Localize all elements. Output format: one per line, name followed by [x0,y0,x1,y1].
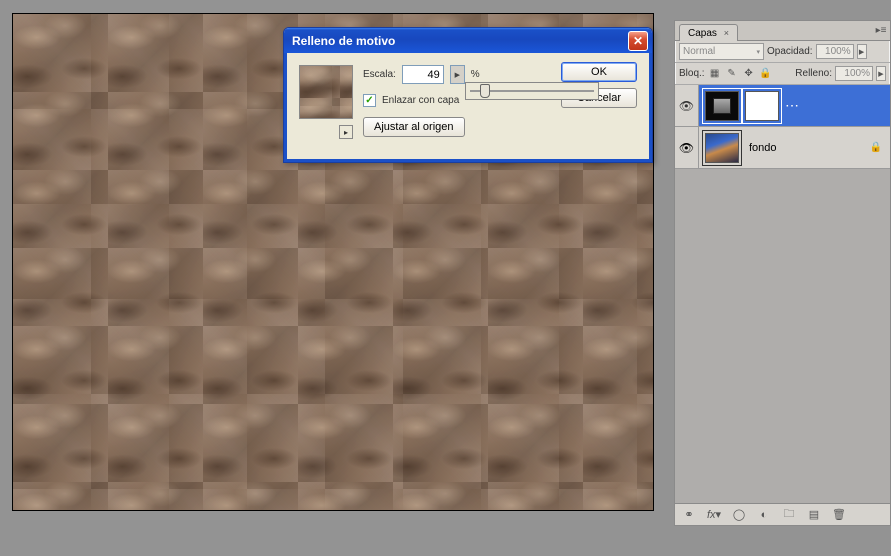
percent-label: % [471,69,480,80]
panel-menu-button[interactable]: ▸≡ [874,23,888,37]
lock-label: Bloq.: [679,68,705,79]
chevron-right-icon: ▶ [859,48,864,56]
link-with-layer-label: Enlazar con capa [382,95,459,106]
new-group-icon[interactable]: 🗀 [781,505,797,524]
ok-button[interactable]: OK [561,62,637,82]
fill-input[interactable]: 100% [835,66,873,81]
slider-track[interactable] [470,90,594,92]
chevron-right-icon: ▶ [878,70,883,78]
scale-slider-popup[interactable] [465,82,599,100]
blend-mode-dropdown[interactable]: Normal ▾ [679,43,764,60]
dialog-titlebar[interactable]: Relleno de motivo ✕ [284,28,652,53]
close-icon: ✕ [633,34,643,48]
dialog-title: Relleno de motivo [292,34,628,48]
panel-tabstrip: Capas × ▸≡ [675,21,890,41]
tab-close-icon[interactable]: × [724,28,729,38]
opacity-label: Opacidad: [767,46,813,57]
new-layer-icon[interactable]: ▤ [806,508,822,521]
scale-input[interactable] [402,65,444,84]
scale-label: Escala: [363,69,396,80]
tab-layers[interactable]: Capas × [679,24,738,41]
lock-position-icon[interactable]: ✥ [742,67,756,81]
eye-icon: 👁 [679,141,694,155]
snap-label: Ajustar al origen [374,121,454,133]
layer-name[interactable]: fondo [745,142,777,154]
slider-thumb[interactable] [480,84,490,98]
dialog-body: ▸ Escala: ▶ % ✓ Enlazar con capa [284,53,652,162]
layer-list: 👁 ⋯ 👁 fondo 🔒 [675,85,890,505]
layer-mask-thumb[interactable] [745,91,779,121]
lock-transparency-icon[interactable]: ▦ [708,67,722,81]
layer-fill-thumb[interactable] [705,91,739,121]
layers-panel: Capas × ▸≡ Normal ▾ Opacidad: 100% ▶ Blo… [674,20,891,526]
lock-fill-row: Bloq.: ▦ ✎ ✥ 🔒 Relleno: 100% ▶ [675,63,890,85]
fill-label: Relleno: [795,68,832,79]
chevron-down-icon: ▾ [756,48,760,56]
link-with-layer-checkbox[interactable]: ✓ [363,94,376,107]
pattern-swatch-texture [300,66,352,118]
layer-fx-icon[interactable]: fx▾ [706,508,722,521]
new-fill-adjust-icon[interactable]: ◐ [756,509,772,521]
visibility-toggle[interactable]: 👁 [675,85,699,126]
chevron-right-icon: ▶ [455,71,460,79]
snap-to-origin-button[interactable]: Ajustar al origen [363,117,465,137]
pattern-swatch[interactable] [299,65,353,119]
tab-label: Capas [688,28,717,39]
check-icon: ✓ [365,95,373,106]
lock-icon: 🔒 [870,142,882,153]
delete-layer-icon[interactable]: 🗑 [831,508,847,521]
layer-row[interactable]: 👁 ⋯ [675,85,890,127]
visibility-toggle[interactable]: 👁 [675,127,699,168]
pattern-picker-button[interactable]: ▸ [339,125,353,139]
eye-icon: 👁 [679,99,694,113]
opacity-slider-button[interactable]: ▶ [857,44,867,59]
link-layers-icon[interactable]: ⚭ [681,508,697,521]
add-mask-icon[interactable]: ◯ [731,508,747,521]
layer-link-icon[interactable]: ⋯ [785,97,800,114]
blend-mode-value: Normal [683,46,715,57]
layer-thumb[interactable] [705,133,739,163]
blend-opacity-row: Normal ▾ Opacidad: 100% ▶ [675,41,890,63]
fill-slider-button[interactable]: ▶ [876,66,886,81]
menu-icon: ▸≡ [876,25,887,36]
layer-row[interactable]: 👁 fondo 🔒 [675,127,890,169]
lock-all-icon[interactable]: 🔒 [759,67,773,81]
close-button[interactable]: ✕ [628,31,648,51]
chevron-right-icon: ▸ [344,128,348,137]
lock-paint-icon[interactable]: ✎ [725,67,739,81]
layers-footer: ⚭ fx▾ ◯ ◐ 🗀 ▤ 🗑 [675,503,890,525]
opacity-input[interactable]: 100% [816,44,854,59]
scale-spinner[interactable]: ▶ [450,65,465,84]
